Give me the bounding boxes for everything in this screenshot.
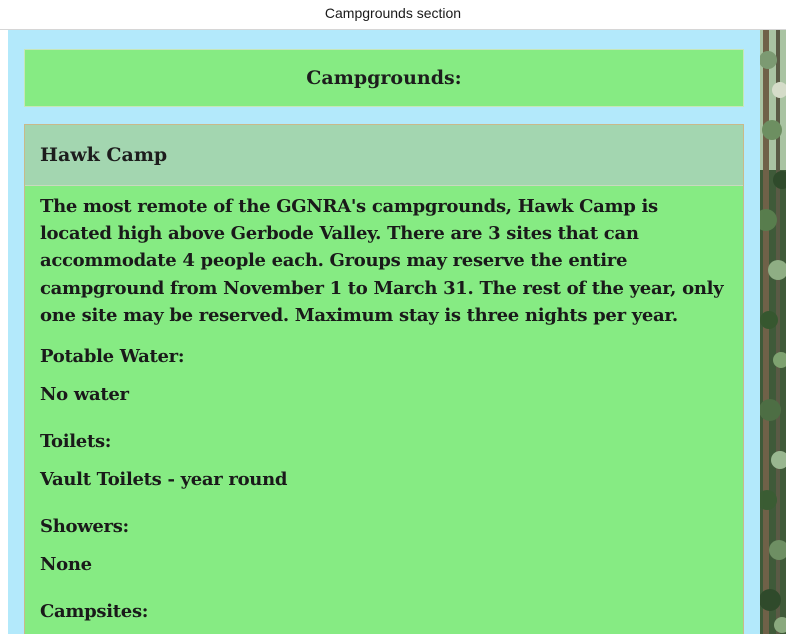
showers-value: None xyxy=(40,554,92,576)
window-title: Campgrounds section xyxy=(0,0,786,30)
campgrounds-heading-box: Campgrounds: xyxy=(24,49,744,107)
potable-water-label: Potable Water: xyxy=(40,346,185,368)
potable-water-value: No water xyxy=(40,384,129,406)
showers-label: Showers: xyxy=(40,516,129,538)
campsites-label: Campsites: xyxy=(40,601,149,623)
camp-description: The most remote of the GGNRA's campgroun… xyxy=(40,196,724,326)
camp-name: Hawk Camp xyxy=(40,144,168,166)
toilets-label: Toilets: xyxy=(40,431,112,453)
page-content: Campgrounds: Hawk Camp The most remote o… xyxy=(8,30,760,634)
section-heading: Campgrounds: xyxy=(306,67,462,89)
forest-background-image xyxy=(760,30,786,634)
camp-details: The most remote of the GGNRA's campgroun… xyxy=(25,186,743,624)
camp-card: Hawk Camp The most remote of the GGNRA's… xyxy=(24,124,744,634)
camp-header[interactable]: Hawk Camp xyxy=(25,125,743,186)
toilets-value: Vault Toilets - year round xyxy=(40,469,288,491)
